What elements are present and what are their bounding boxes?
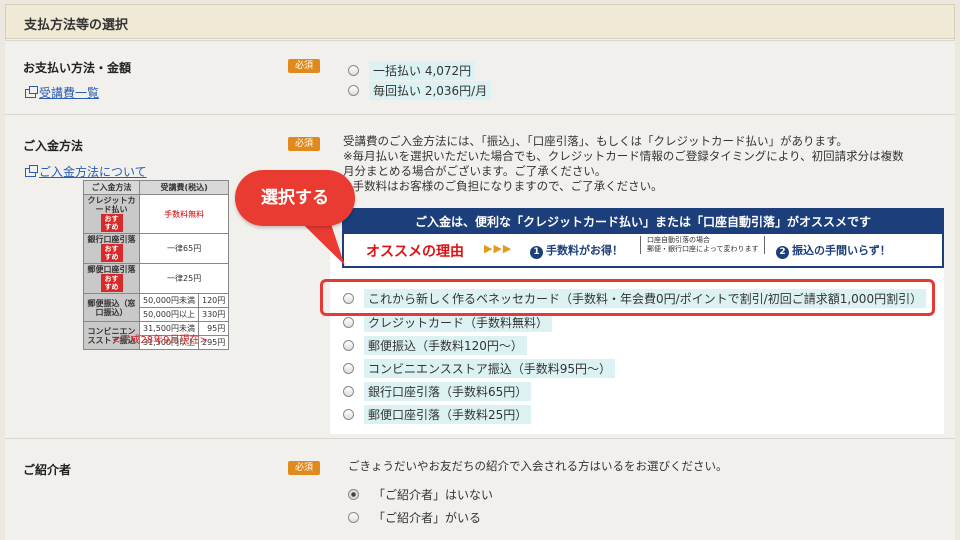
payment-option-monthly-label: 毎回払い 2,036円/月	[369, 81, 492, 100]
referral-row: ご紹介者 必須 ごきょうだいやお友だちの紹介で入会される方はいるをお選びください…	[5, 438, 955, 540]
deposit-option-label: 郵便振込（手数料120円〜）	[364, 336, 527, 355]
method-name: クレジットカード払い	[87, 196, 136, 214]
payment-row-field-cell: 一括払い 4,072円 毎回払い 2,036円/月	[330, 41, 955, 114]
reason-1: 1 手数料がお得！	[530, 242, 623, 259]
table-cell: 50,000円未満	[139, 293, 199, 308]
radio-icon	[343, 317, 354, 328]
table-cell: 郵便振込（窓口振込）	[83, 293, 140, 322]
highlight-box	[320, 279, 935, 316]
referral-option-label: 「ご紹介者」はいない	[373, 488, 494, 502]
deposit-desc-line: ※毎月払いを選択いただいた場合でも、クレジットカード情報のご登録タイミングにより…	[343, 149, 904, 163]
banner-headline: ご入金は、便利な「クレジットカード払い」または「口座自動引落」がオススメです	[344, 210, 942, 234]
required-badge: 必須	[288, 461, 320, 475]
table-row: 郵便口座引落 おすすめ 一律25円	[83, 263, 230, 294]
radio-icon	[343, 363, 354, 374]
fee-list-link-label: 受講費一覧	[39, 86, 100, 100]
external-window-icon	[25, 165, 38, 177]
deposit-method-link[interactable]: ご入金方法について	[25, 163, 147, 180]
reason-1-text: 手数料がお得！	[546, 244, 623, 257]
deposit-desc-line: 受講費のご入金方法には、「振込」、「口座引落」、もしくは「クレジットカード払い」…	[343, 134, 848, 148]
deposit-desc-line: ※手数料はお客様のご負担になりますので、ご了承ください。	[343, 179, 663, 193]
payment-option-monthly[interactable]: 毎回払い 2,036円/月	[348, 81, 492, 100]
referral-option-label: 「ご紹介者」がいる	[373, 511, 482, 525]
radio-icon	[348, 65, 359, 76]
fee-list-link[interactable]: 受講費一覧	[25, 84, 99, 101]
osusume-badge: おすすめ	[100, 214, 123, 232]
deposit-option-postal-transfer[interactable]: 郵便振込（手数料120円〜）	[343, 336, 527, 355]
payment-row-label-cell: お支払い方法・金額 必須 受講費一覧	[5, 41, 330, 114]
payment-label: お支払い方法・金額	[23, 61, 132, 75]
number-1-icon: 1	[530, 246, 543, 259]
table-row: クレジットカード払い おすすめ 手数料無料	[83, 194, 230, 234]
method-name: 郵便口座引落	[87, 265, 136, 274]
arrow-icon: ▶▶▶	[484, 242, 513, 255]
deposit-option-bank-debit[interactable]: 銀行口座引落（手数料65円）	[343, 382, 532, 401]
table-cell: 銀行口座引落 おすすめ	[83, 233, 140, 264]
required-badge: 必須	[288, 137, 320, 151]
section-header: 支払方法等の選択	[5, 4, 955, 39]
deposit-option-label: コンビニエンスストア振込（手数料95円〜）	[364, 359, 616, 378]
deposit-label: ご入金方法	[23, 139, 84, 153]
fee-table: ご入金方法 受講費(税込) クレジットカード払い おすすめ 手数料無料 銀行口座…	[83, 180, 230, 350]
table-cell: 一律25円	[138, 263, 230, 294]
table-row: 郵便振込（窓口振込） 50,000円未満 120円	[83, 293, 230, 322]
deposit-desc-line: 月分まとめる場合がございます。ご了承ください。	[343, 164, 607, 178]
payment-option-lump-label: 一括払い 4,072円	[369, 61, 476, 80]
radio-icon	[348, 85, 359, 96]
number-2-icon: 2	[776, 246, 789, 259]
deposit-method-link-label: ご入金方法について	[39, 165, 147, 179]
radio-checked-icon	[348, 489, 359, 500]
external-window-icon	[25, 86, 38, 98]
reason-title: オススメの理由	[366, 244, 464, 260]
payment-option-lump[interactable]: 一括払い 4,072円	[348, 61, 476, 80]
table-cell: 120円	[197, 293, 230, 308]
recommend-banner: ご入金は、便利な「クレジットカード払い」または「口座自動引落」がオススメです オ…	[342, 208, 944, 268]
radio-icon	[343, 340, 354, 351]
osusume-badge: おすすめ	[100, 274, 123, 292]
deposit-option-label: 郵便口座引落（手数料25円）	[364, 405, 532, 424]
table-cell: 手数料無料	[138, 194, 230, 234]
deposit-option-label: 銀行口座引落（手数料65円）	[364, 382, 532, 401]
payment-row: お支払い方法・金額 必須 受講費一覧 一括払い 4,072円 毎回払い 2,03…	[5, 40, 955, 114]
radio-icon	[348, 512, 359, 523]
table-cell: クレジットカード払い おすすめ	[83, 194, 140, 234]
table-row: 銀行口座引落 おすすめ 一律65円	[83, 233, 230, 264]
table-header: 受講費(税込)	[138, 180, 230, 195]
referral-description: ごきょうだいやお友だちの紹介で入会される方はいるをお選びください。	[348, 459, 728, 473]
radio-icon	[343, 386, 354, 397]
method-name: 銀行口座引落	[87, 235, 136, 244]
deposit-option-convenience-store[interactable]: コンビニエンスストア振込（手数料95円〜）	[343, 359, 616, 378]
radio-icon	[343, 409, 354, 420]
deposit-description: 受講費のご入金方法には、「振込」、「口座引落」、もしくは「クレジットカード払い」…	[343, 134, 904, 194]
reason-note-line: 郵便・銀行口座によって変わります	[647, 245, 759, 253]
table-header: ご入金方法	[83, 180, 140, 195]
osusume-badge: おすすめ	[100, 244, 123, 262]
reason-2: 2 振込の手間いらず！	[776, 242, 891, 259]
referral-label: ご紹介者	[23, 463, 72, 477]
reason-2-text: 振込の手間いらず！	[792, 244, 891, 257]
referral-row-field-cell: ごきょうだいやお友だちの紹介で入会される方はいるをお選びください。 「ご紹介者」…	[330, 439, 955, 540]
banner-reasons: オススメの理由 ▶▶▶ 1 手数料がお得！ 口座自動引落の場合 郵便・銀行口座によっ…	[344, 234, 942, 266]
table-row: ご入金方法 受講費(税込)	[83, 180, 230, 195]
reason-1-note: 口座自動引落の場合 郵便・銀行口座によって変わります	[640, 236, 766, 254]
table-cell: 50,000円以上	[139, 307, 199, 322]
reason-note-line: 口座自動引落の場合	[647, 236, 710, 244]
table-caption: <平成28年9月現在>	[112, 335, 208, 346]
referral-row-label-cell: ご紹介者 必須	[5, 439, 330, 540]
referral-option-exists[interactable]: 「ご紹介者」がいる	[348, 508, 485, 527]
table-cell: 330円	[197, 307, 230, 322]
table-cell: 一律65円	[138, 233, 230, 264]
referral-option-none[interactable]: 「ご紹介者」はいない	[348, 485, 497, 504]
deposit-option-postal-debit[interactable]: 郵便口座引落（手数料25円）	[343, 405, 532, 424]
table-cell: 郵便口座引落 おすすめ	[83, 263, 140, 294]
select-callout: 選択する	[235, 170, 355, 226]
page-title: 支払方法等の選択	[24, 18, 129, 33]
required-badge: 必須	[288, 59, 320, 73]
